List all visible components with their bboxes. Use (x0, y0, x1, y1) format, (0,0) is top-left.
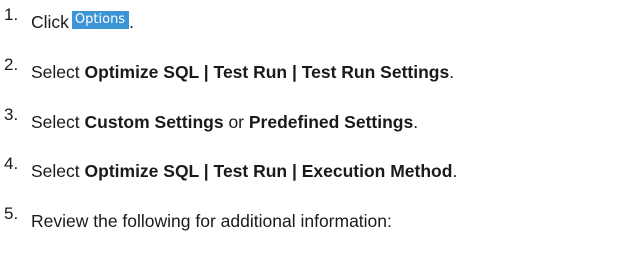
step-number: 5. (4, 204, 19, 223)
step-suffix: . (452, 161, 458, 181)
step-text: Select Optimize SQL | Test Run | Executi… (31, 160, 457, 182)
step-prefix: Select (31, 161, 80, 181)
step-1: 1. Click Options. (0, 5, 617, 35)
options-button[interactable]: Options (71, 11, 130, 29)
step-text: Select Custom Settings or Predefined Set… (31, 111, 418, 133)
step-connector: or (228, 112, 244, 132)
step-number: 3. (4, 105, 19, 124)
step-2: 2. Select Optimize SQL | Test Run | Test… (0, 55, 617, 85)
step-suffix: . (449, 62, 455, 82)
step-text: Select Optimize SQL | Test Run | Test Ru… (31, 61, 454, 83)
step-number: 2. (4, 55, 19, 74)
step-suffix: . (129, 12, 134, 32)
step-5: 5. Review the following for additional i… (0, 204, 617, 234)
menu-path: Optimize SQL | Test Run | Test Run Setti… (84, 62, 450, 82)
step-prefix: Click (31, 12, 69, 32)
step-3: 3. Select Custom Settings or Predefined … (0, 105, 617, 135)
step-number: 4. (4, 154, 19, 173)
step-prefix: Select (31, 112, 80, 132)
step-prefix: Select (31, 62, 80, 82)
step-text: Review the following for additional info… (31, 211, 392, 231)
option-custom-settings: Custom Settings (84, 112, 224, 132)
step-text: Click Options. (31, 11, 134, 34)
option-predefined-settings: Predefined Settings (248, 112, 414, 132)
step-4: 4. Select Optimize SQL | Test Run | Exec… (0, 154, 617, 184)
step-suffix: . (413, 112, 419, 132)
step-number: 1. (4, 5, 19, 24)
menu-path: Optimize SQL | Test Run | Execution Meth… (84, 161, 453, 181)
